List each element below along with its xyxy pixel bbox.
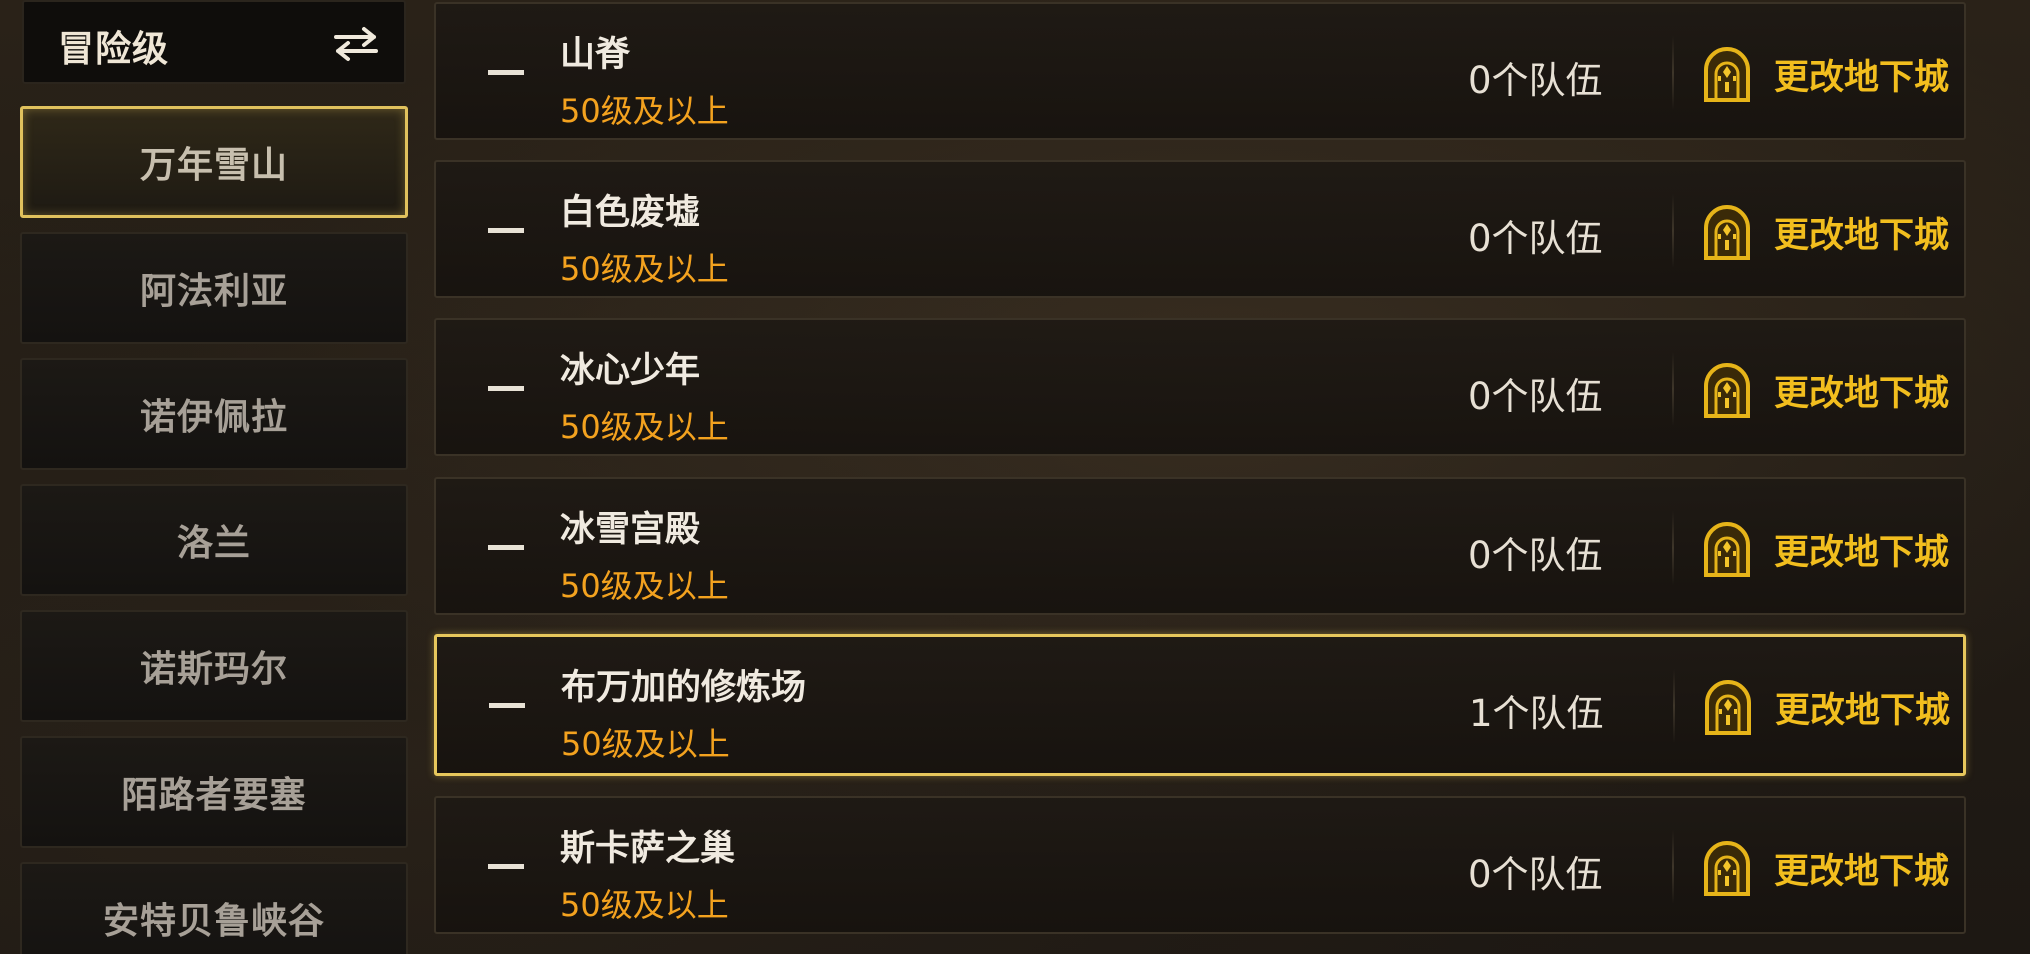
collapse-dash-icon <box>488 386 524 391</box>
swap-arrows-icon[interactable] <box>330 26 382 62</box>
dungeon-level-requirement: 50级及以上 <box>560 408 729 446</box>
team-count: 0个队伍 <box>1468 375 1603 418</box>
row-divider <box>1672 36 1674 110</box>
change-dungeon-label: 更改地下城 <box>1774 532 1950 573</box>
region-label: 安特贝鲁峡谷 <box>102 901 325 942</box>
region-label: 诺伊佩拉 <box>139 397 288 438</box>
dungeon-row-selected[interactable]: 布万加的修炼场 50级及以上 1个队伍 更改地下城 <box>434 634 1966 776</box>
dungeon-level-requirement: 50级及以上 <box>561 725 730 763</box>
dungeon-gate-icon <box>1704 47 1750 102</box>
dungeon-level-requirement: 50级及以上 <box>560 567 729 605</box>
region-list: 万年雪山 阿法利亚 诺伊佩拉 洛兰 诺斯玛尔 陌路者要塞 安特贝鲁峡谷 <box>20 106 408 954</box>
difficulty-mode-selector[interactable]: 冒险级 <box>22 0 406 84</box>
dungeon-row[interactable]: 山脊 50级及以上 0个队伍 更改地下城 <box>434 2 1966 140</box>
change-dungeon-button[interactable]: 更改地下城 <box>1702 838 1949 898</box>
team-count: 0个队伍 <box>1468 59 1603 102</box>
dungeon-name: 白色废墟 <box>560 193 701 233</box>
dungeon-name: 山脊 <box>560 35 631 75</box>
region-label: 阿法利亚 <box>139 271 288 312</box>
region-item[interactable]: 诺斯玛尔 <box>20 610 408 722</box>
region-label: 陌路者要塞 <box>121 775 307 816</box>
change-dungeon-button[interactable]: 更改地下城 <box>1702 202 1949 262</box>
dungeon-row[interactable]: 冰心少年 50级及以上 0个队伍 更改地下城 <box>434 318 1966 456</box>
region-item[interactable]: 万年雪山 <box>20 106 408 218</box>
region-item[interactable]: 陌路者要塞 <box>20 736 408 848</box>
dungeon-row[interactable]: 白色废墟 50级及以上 0个队伍 更改地下城 <box>434 160 1966 298</box>
region-item[interactable]: 洛兰 <box>20 484 408 596</box>
dungeon-gate-icon <box>1704 522 1750 577</box>
dungeon-level-requirement: 50级及以上 <box>560 92 729 130</box>
difficulty-mode-label: 冒险级 <box>58 29 170 70</box>
collapse-dash-icon <box>488 545 524 550</box>
team-count: 1个队伍 <box>1469 692 1604 735</box>
dungeon-name: 布万加的修炼场 <box>561 668 807 708</box>
change-dungeon-label: 更改地下城 <box>1775 690 1951 731</box>
region-label: 洛兰 <box>176 523 251 564</box>
collapse-dash-icon <box>488 864 524 869</box>
dungeon-gate-icon <box>1704 841 1750 896</box>
dungeon-gate-icon <box>1704 363 1750 418</box>
team-count: 0个队伍 <box>1468 534 1603 577</box>
team-count: 0个队伍 <box>1468 853 1603 896</box>
change-dungeon-label: 更改地下城 <box>1774 215 1950 256</box>
region-item[interactable]: 诺伊佩拉 <box>20 358 408 470</box>
dungeon-select-screen: 冒险级 万年雪山 阿法利亚 诺伊佩拉 洛兰 诺斯玛尔 陌路者要塞 安特贝鲁峡谷 <box>0 0 2030 954</box>
change-dungeon-button[interactable]: 更改地下城 <box>1702 44 1949 104</box>
change-dungeon-label: 更改地下城 <box>1774 373 1950 414</box>
region-label: 万年雪山 <box>139 145 288 186</box>
dungeon-gate-icon <box>1704 205 1750 260</box>
collapse-dash-icon <box>488 70 524 75</box>
team-count: 0个队伍 <box>1468 217 1603 260</box>
change-dungeon-button[interactable]: 更改地下城 <box>1702 519 1949 579</box>
change-dungeon-label: 更改地下城 <box>1774 57 1950 98</box>
dungeon-level-requirement: 50级及以上 <box>560 250 729 288</box>
dungeon-level-requirement: 50级及以上 <box>560 886 729 924</box>
region-item[interactable]: 安特贝鲁峡谷 <box>20 862 408 954</box>
dungeon-row[interactable]: 斯卡萨之巢 50级及以上 0个队伍 更改地下城 <box>434 796 1966 934</box>
dungeon-gate-icon <box>1705 680 1751 735</box>
region-label: 诺斯玛尔 <box>139 649 288 690</box>
row-divider <box>1672 830 1674 904</box>
row-divider <box>1672 352 1674 426</box>
dungeon-name: 斯卡萨之巢 <box>560 829 736 869</box>
dungeon-row[interactable]: 冰雪宫殿 50级及以上 0个队伍 更改地下城 <box>434 477 1966 615</box>
change-dungeon-button[interactable]: 更改地下城 <box>1702 360 1949 420</box>
change-dungeon-button[interactable]: 更改地下城 <box>1703 677 1950 737</box>
row-divider <box>1673 669 1675 743</box>
row-divider <box>1672 194 1674 268</box>
dungeon-name: 冰雪宫殿 <box>560 510 701 550</box>
collapse-dash-icon <box>488 228 524 233</box>
collapse-dash-icon <box>489 703 525 708</box>
dungeon-name: 冰心少年 <box>560 351 701 391</box>
change-dungeon-label: 更改地下城 <box>1774 851 1950 892</box>
row-divider <box>1672 511 1674 585</box>
region-item[interactable]: 阿法利亚 <box>20 232 408 344</box>
